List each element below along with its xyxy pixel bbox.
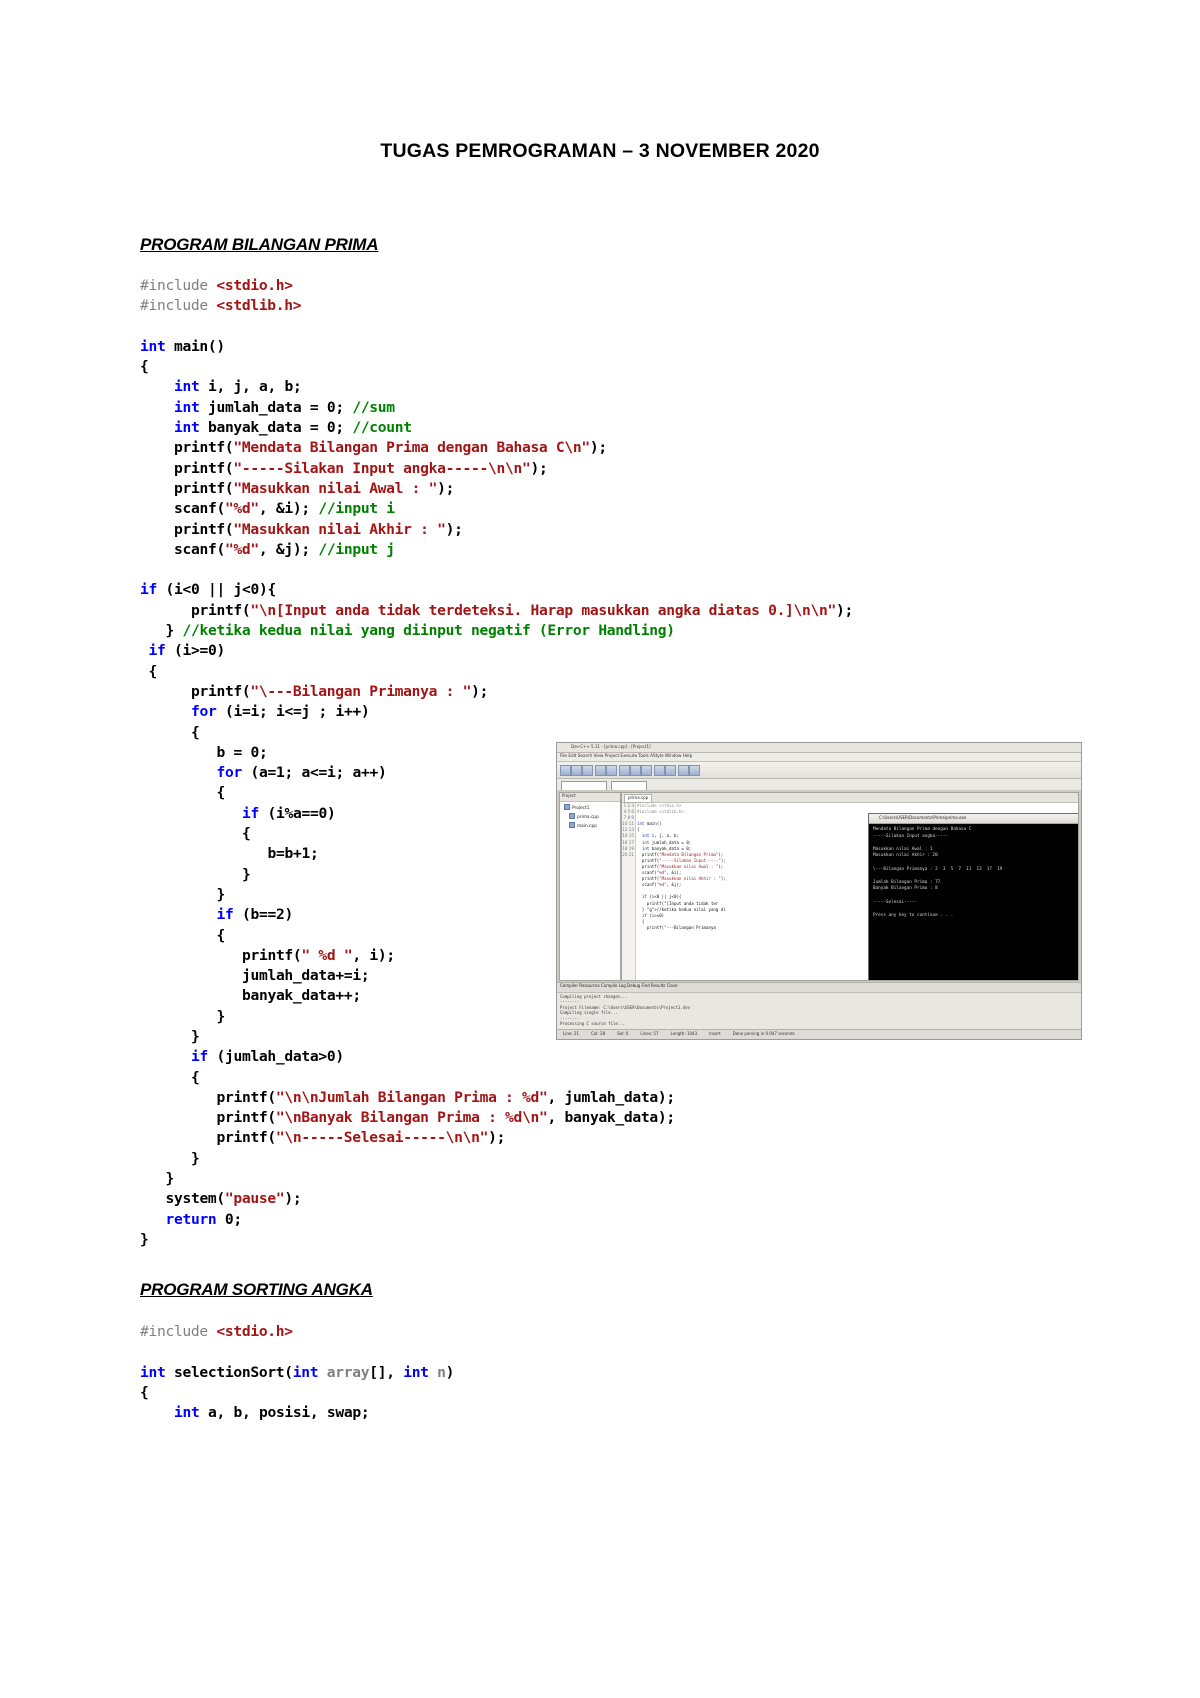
console-window: C:\Users\USER\Documents\Prima\prima.exe … (868, 813, 1078, 980)
toolbar-icon-find (654, 765, 665, 776)
editor-tab-prima: prima.cpp (624, 794, 653, 803)
project-panel: Project Project1 prima.cpp main.cpp (559, 792, 621, 981)
bottom-panel-tabs: Compiler Resources Compile Log Debug Fin… (557, 983, 1081, 993)
project-tree-label-1: prima.cpp (577, 815, 599, 820)
toolbar-icon-new (560, 765, 571, 776)
project-tree-label-2: main.cpp (577, 824, 597, 829)
file-icon (569, 813, 575, 819)
project-tree-item-0: Project1 (560, 804, 620, 811)
toolbar-icon-help (689, 765, 700, 776)
toolbar-icon-replace (665, 765, 676, 776)
section-heading-sorting-angka: PROGRAM SORTING ANGKA (140, 1280, 373, 1300)
project-panel-title: Project (560, 793, 620, 802)
page-title: TUGAS PEMROGRAMAN – 3 NOVEMBER 2020 (380, 140, 820, 162)
toolbar-icon-debug (641, 765, 652, 776)
editor-tab-bar: prima.cpp (622, 793, 1078, 803)
project-tree-item-1: prima.cpp (560, 813, 620, 820)
toolbar-icon-open (571, 765, 582, 776)
dev-cpp-ide-screenshot: Dev-C++ 5.11 - [prima.cpp] - [Project1] … (556, 742, 1082, 1040)
ide-status-bar: Line: 21 Col: 28 Sel: 0 Lines: 57 Length: 10… (557, 1029, 1081, 1039)
toolbar-icon-compile (619, 765, 630, 776)
folder-icon (564, 804, 570, 810)
ide-menu-bar: File Edit Search View Project Execute To… (557, 753, 1081, 762)
section-heading-bilangan-prima: PROGRAM BILANGAN PRIMA (140, 235, 379, 254)
toolbar-icon-redo (606, 765, 617, 776)
ide-toolbar (557, 762, 1081, 779)
console-output-text: Mendata Bilangan Prima dengan Bahasa C -… (873, 827, 1003, 918)
ide-title-bar: Dev-C++ 5.11 - [prima.cpp] - [Project1] (557, 743, 1081, 753)
code-editor-panel: prima.cpp 1 2 3 4 5 6 7 8 9 10 11 12 13 … (621, 792, 1079, 981)
console-title-text: C:\Users\USER\Documents\Prima\prima.exe (879, 815, 967, 820)
toolbar-icon-undo (595, 765, 606, 776)
ide-window-title: Dev-C++ 5.11 - [prima.cpp] - [Project1] (571, 744, 651, 749)
project-tree-label-0: Project1 (572, 806, 590, 811)
ide-menu-items: File Edit Search View Project Execute To… (560, 753, 693, 758)
compile-log-text: Compiling project changes... -------- Pr… (560, 994, 691, 1027)
toolbar-icon-run (630, 765, 641, 776)
file-icon (569, 822, 575, 828)
console-title-bar: C:\Users\USER\Documents\Prima\prima.exe … (869, 814, 1078, 824)
project-tree-item-2: main.cpp (560, 822, 620, 829)
document-page: TUGAS PEMROGRAMAN – 3 NOVEMBER 2020 PROG… (0, 0, 1200, 1698)
toolbar-icon-save (582, 765, 593, 776)
editor-line-numbers: 1 2 3 4 5 6 7 8 9 10 11 12 13 14 15 16 1… (622, 803, 636, 980)
ide-body: Project Project1 prima.cpp main.cpp prim… (557, 790, 1081, 983)
toolbar-icon-goto (678, 765, 689, 776)
code-block-sorting-angka: #include <stdio.h> int selectionSort(int… (140, 1323, 455, 1422)
